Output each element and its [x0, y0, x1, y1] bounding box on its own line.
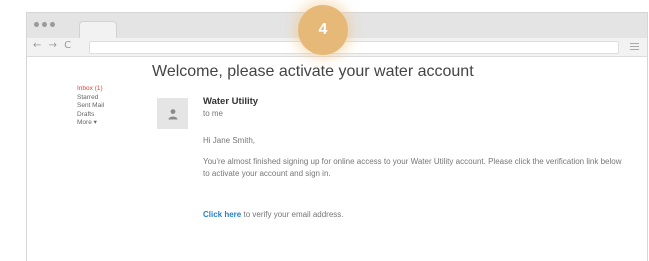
- email-greeting: Hi Jane Smith,: [203, 136, 256, 145]
- address-bar[interactable]: [89, 41, 619, 54]
- step-number-badge: 4: [298, 5, 348, 55]
- email-body: You're almost finished signing up for on…: [203, 157, 622, 178]
- verify-line: Click here to verify your email address.: [203, 210, 344, 219]
- maximize-window-dot[interactable]: [50, 22, 55, 27]
- sender-name: Water Utility: [203, 96, 259, 107]
- window-controls: [34, 22, 55, 27]
- email-subject: Welcome, please activate your water acco…: [152, 63, 474, 80]
- sidebar-item-sent-mail[interactable]: Sent Mail: [77, 102, 104, 111]
- mail-sidebar: Inbox (1) Starred Sent Mail Drafts More …: [77, 85, 104, 128]
- person-icon: [168, 108, 177, 119]
- sidebar-item-more[interactable]: More ▾: [77, 119, 104, 128]
- sidebar-item-drafts[interactable]: Drafts: [77, 111, 104, 120]
- verify-link[interactable]: Click here: [203, 210, 241, 219]
- minimize-window-dot[interactable]: [42, 22, 47, 27]
- sidebar-item-inbox[interactable]: Inbox (1): [77, 85, 104, 94]
- nav-buttons[interactable]: ← → C: [33, 40, 73, 51]
- verify-text: to verify your email address.: [241, 210, 344, 219]
- close-window-dot[interactable]: [34, 22, 39, 27]
- sidebar-item-starred[interactable]: Starred: [77, 94, 104, 103]
- sender-avatar: [157, 98, 188, 129]
- hamburger-menu-icon[interactable]: [630, 43, 639, 52]
- recipient-label: to me: [203, 109, 224, 118]
- browser-tab[interactable]: [79, 21, 117, 39]
